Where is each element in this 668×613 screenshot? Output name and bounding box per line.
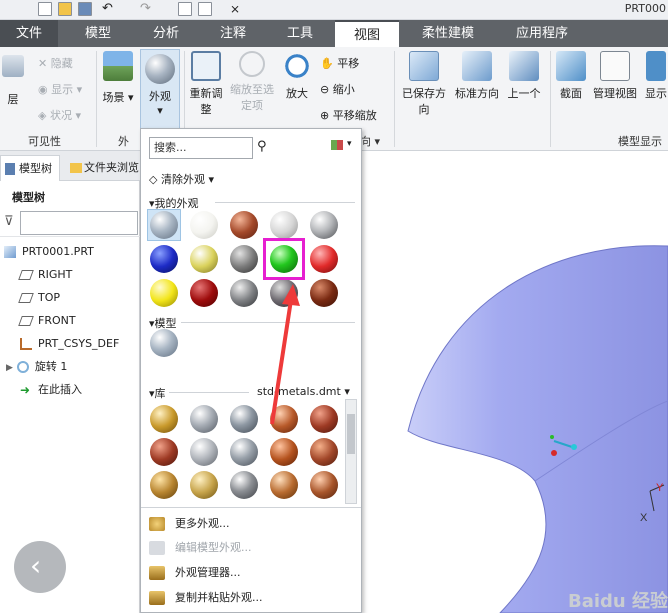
annotation-arrow	[270, 284, 300, 425]
app-window: { "window": {"title": "PRT000"}, "tabs":…	[0, 0, 668, 613]
